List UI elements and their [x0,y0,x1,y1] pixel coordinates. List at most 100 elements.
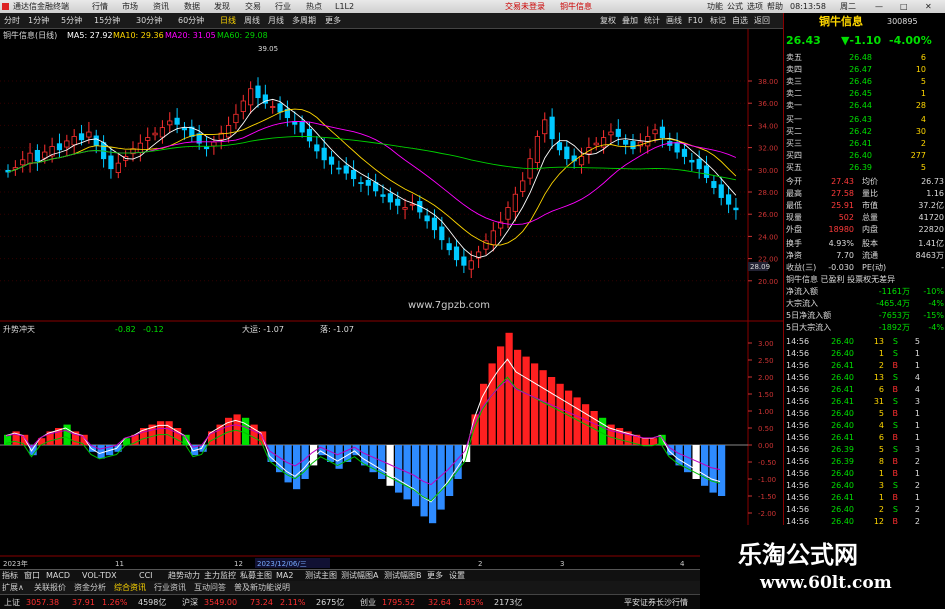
title-menu-1[interactable]: 市场 [122,0,138,13]
title-menu-4[interactable]: 发现 [214,0,230,13]
tick-row-6[interactable]: 14:56 26.40 5 B 1 [784,408,945,420]
index-label-0[interactable]: 上证 [4,595,20,609]
tick-row-14[interactable]: 14:56 26.40 2 S 2 [784,504,945,516]
title-menu-5[interactable]: 交易 [245,0,261,13]
sub-ytick-6: 0.00 [758,442,774,450]
close-icon[interactable]: ✕ [925,0,932,13]
flow-row-3[interactable]: 5日大宗流入 -1892万 -4% [784,322,945,334]
kline-chart[interactable]: 铜牛信息(日线) MA5: 27.92 MA10: 29.36 MA20: 31.05… [0,29,783,569]
toolbar-tool-2[interactable]: 统计 [644,13,660,29]
stat-row-4[interactable]: 外盘 18980 内盘 22820 [784,224,945,236]
ext-tab-6[interactable]: 普及新功能说明 [234,581,290,594]
candle-body [505,207,511,220]
toolbar-tool-4[interactable]: F10 [688,13,703,29]
index-label-2[interactable]: 创业 [360,595,376,609]
buy-row-1[interactable]: 买二 26.42 30 [784,126,945,138]
flow-row-0[interactable]: 净流入额 -1161万 -10% [784,286,945,298]
tick-row-10[interactable]: 14:56 26.39 8 B 2 [784,456,945,468]
period-tab-3[interactable]: 15分钟 [94,13,120,29]
tick-row-8[interactable]: 14:56 26.41 6 B 1 [784,432,945,444]
tick-row-3[interactable]: 14:56 26.40 13 S 4 [784,372,945,384]
index-label-1[interactable]: 沪深 [182,595,198,609]
trade-login-link[interactable]: 交易未登录 [505,0,545,13]
buy-row-3[interactable]: 买四 26.40 277 [784,150,945,162]
time-label-2: 12 [234,560,243,568]
ext-tab-5[interactable]: 互动问答 [194,581,226,594]
buy-price: 26.40 [849,151,872,160]
ext-tab-0[interactable]: 扩展∧ [2,581,24,594]
stat-row-1[interactable]: 最高 27.58 量比 1.16 [784,188,945,200]
tick-price: 26.39 [831,457,854,466]
period-tab-1[interactable]: 1分钟 [28,13,49,29]
tick-row-9[interactable]: 14:56 26.39 5 S 3 [784,444,945,456]
period-tab-9[interactable]: 多周期 [292,13,316,29]
stat-row-0[interactable]: 今开 27.43 均价 26.73 [784,176,945,188]
tick-row-4[interactable]: 14:56 26.41 6 B 4 [784,384,945,396]
toolbar-tool-6[interactable]: 自选 [732,13,748,29]
stat2-row-2[interactable]: 收益(三) -0.030 PE(动) - [784,262,945,274]
title-menu-6[interactable]: 行业 [275,0,291,13]
sell-label: 卖二 [786,89,802,98]
chart-area[interactable]: 铜牛信息(日线) MA5: 27.92 MA10: 29.36 MA20: 31.05… [0,29,783,569]
tick-row-1[interactable]: 14:56 26.40 1 S 1 [784,348,945,360]
toolbar-tool-3[interactable]: 画线 [666,13,682,29]
toolbar-tool-5[interactable]: 标记 [710,13,726,29]
ext-tab-3[interactable]: 综合资讯 [114,581,146,594]
minimize-icon[interactable]: — [875,0,883,13]
sell-row-0[interactable]: 卖五 26.48 6 [784,52,945,64]
sell-row-3[interactable]: 卖二 26.45 1 [784,88,945,100]
buy-row-4[interactable]: 买五 26.39 5 [784,162,945,174]
period-tab-10[interactable]: 更多 [325,13,341,29]
stat-row-3[interactable]: 现量 502 总量 41720 [784,212,945,224]
flow-row-2[interactable]: 5日净流入额 -7653万 -15% [784,310,945,322]
stock-name: 铜牛信息 [819,15,863,28]
period-tab-4[interactable]: 30分钟 [136,13,162,29]
toolbar-tool-1[interactable]: 叠加 [622,13,638,29]
menu-function[interactable]: 功能 [707,0,723,13]
title-menu-8[interactable]: L1L2 [335,0,354,13]
sell-row-1[interactable]: 卖四 26.47 10 [784,64,945,76]
buy-row-2[interactable]: 买三 26.41 2 [784,138,945,150]
tick-row-12[interactable]: 14:56 26.40 3 S 2 [784,480,945,492]
toolbar-tool-0[interactable]: 复权 [600,13,616,29]
ext-tab-1[interactable]: 关联报价 [34,581,66,594]
flow-row-1[interactable]: 大宗流入 -465.4万 -4% [784,298,945,310]
period-tab-5[interactable]: 60分钟 [178,13,204,29]
period-tab-6[interactable]: 日线 [220,13,236,29]
tick-row-2[interactable]: 14:56 26.41 2 B 1 [784,360,945,372]
sell-label: 卖五 [786,53,802,62]
toolbar-tool-7[interactable]: 返回 [754,13,770,29]
tick-price: 26.41 [831,493,854,502]
tick-row-7[interactable]: 14:56 26.40 4 S 1 [784,420,945,432]
title-menu-7[interactable]: 热点 [306,0,322,13]
title-menu-0[interactable]: 行情 [92,0,108,13]
stock-title-link[interactable]: 铜牛信息 [560,0,592,13]
period-tab-2[interactable]: 5分钟 [61,13,82,29]
tick-row-11[interactable]: 14:56 26.40 1 B 1 [784,468,945,480]
sub-ytick-4: 1.00 [758,408,774,416]
tick-row-0[interactable]: 14:56 26.40 13 S 5 [784,336,945,348]
price-tag-value: 28.09 [750,263,770,271]
title-menu-3[interactable]: 数据 [184,0,200,13]
stat2-row-0[interactable]: 换手 4.93% 股本 1.41亿 [784,238,945,250]
period-tab-8[interactable]: 月线 [268,13,284,29]
sell-row-2[interactable]: 卖三 26.46 5 [784,76,945,88]
title-menu-2[interactable]: 资讯 [153,0,169,13]
stat2-row-1[interactable]: 净资 7.70 流通 8463万 [784,250,945,262]
tags-row[interactable]: 铜牛信息 已盈利 投票权无差异 [784,274,945,286]
flow-label: 大宗流入 [786,299,818,308]
period-tab-7[interactable]: 周线 [244,13,260,29]
tick-row-5[interactable]: 14:56 26.41 31 S 3 [784,396,945,408]
sell-row-4[interactable]: 卖一 26.44 28 [784,100,945,112]
tick-time: 14:56 [786,469,810,478]
ext-tab-2[interactable]: 资金分析 [74,581,106,594]
ext-tab-4[interactable]: 行业资讯 [154,581,186,594]
maximize-icon[interactable]: □ [900,0,908,13]
period-tab-0[interactable]: 分时 [4,13,20,29]
stat-row-2[interactable]: 最低 25.91 市值 37.2亿 [784,200,945,212]
menu-options[interactable]: 选项 [747,0,763,13]
menu-help[interactable]: 帮助 [767,0,783,13]
menu-formula[interactable]: 公式 [727,0,743,13]
buy-row-0[interactable]: 买一 26.43 4 [784,114,945,126]
tick-row-13[interactable]: 14:56 26.41 1 B 1 [784,492,945,504]
